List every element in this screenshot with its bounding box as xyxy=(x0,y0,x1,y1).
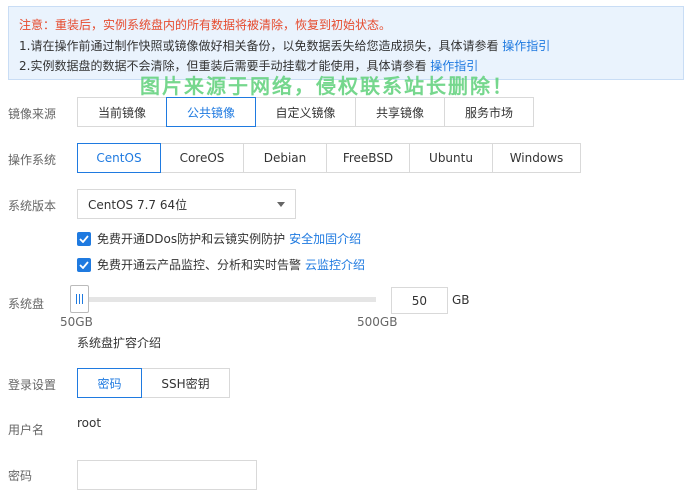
image-source-option-marketplace[interactable]: 服务市场 xyxy=(444,97,534,127)
login-option-password[interactable]: 密码 xyxy=(77,368,142,398)
slider-max-label: 500GB xyxy=(357,315,398,329)
image-source-selector: 当前镜像 公共镜像 自定义镜像 共享镜像 服务市场 xyxy=(77,97,534,127)
cloud-monitor-link[interactable]: 云监控介绍 xyxy=(305,256,365,273)
monitoring-checkbox[interactable] xyxy=(77,257,91,272)
os-option-ubuntu[interactable]: Ubuntu xyxy=(409,143,493,173)
image-source-option-current[interactable]: 当前镜像 xyxy=(77,97,167,127)
notice-line-1: 1.请在操作前通过制作快照或镜像做好相关备份，以免数据丢失给您造成损失，具体请参… xyxy=(19,37,550,54)
image-source-option-public[interactable]: 公共镜像 xyxy=(166,97,256,127)
ddos-protection-option: 免费开通DDos防护和云镜实例防护 安全加固介绍 xyxy=(77,230,361,247)
security-hardening-link[interactable]: 安全加固介绍 xyxy=(289,230,361,247)
system-disk-label: 系统盘 xyxy=(8,297,45,311)
system-disk-slider-track[interactable] xyxy=(80,297,376,302)
system-disk-size-value: 50 xyxy=(411,293,427,308)
slider-min-label: 50GB xyxy=(60,315,93,329)
check-icon xyxy=(79,234,89,243)
login-settings-label: 登录设置 xyxy=(8,378,57,392)
check-icon xyxy=(79,260,89,269)
os-option-coreos[interactable]: CoreOS xyxy=(160,143,244,173)
os-label: 操作系统 xyxy=(8,153,57,167)
notice-line-1-link[interactable]: 操作指引 xyxy=(502,39,550,53)
os-option-freebsd[interactable]: FreeBSD xyxy=(326,143,410,173)
watermark-text: 图片来源于网络，侵权联系站长删除！ xyxy=(140,74,514,98)
system-disk-expand-link[interactable]: 系统盘扩容介绍 xyxy=(77,334,161,351)
ddos-protection-checkbox[interactable] xyxy=(77,231,91,246)
password-label: 密码 xyxy=(8,469,33,483)
ddos-protection-text: 免费开通DDos防护和云镜实例防护 xyxy=(97,232,286,246)
chevron-down-icon xyxy=(277,202,285,207)
system-disk-unit: GB xyxy=(452,293,470,307)
version-label: 系统版本 xyxy=(8,199,57,213)
image-source-option-custom[interactable]: 自定义镜像 xyxy=(255,97,356,127)
os-selector: CentOS CoreOS Debian FreeBSD Ubuntu Wind… xyxy=(77,143,581,173)
os-option-windows[interactable]: Windows xyxy=(492,143,581,173)
login-option-ssh-key[interactable]: SSH密钥 xyxy=(141,368,230,398)
reinstall-notice: 注意：重装后，实例系统盘内的所有数据将被清除，恢复到初始状态。 1.请在操作前通… xyxy=(8,6,684,80)
version-select[interactable]: CentOS 7.7 64位 xyxy=(77,189,296,219)
monitoring-option: 免费开通云产品监控、分析和实时告警 云监控介绍 xyxy=(77,256,365,273)
login-method-selector: 密码 SSH密钥 xyxy=(77,368,230,398)
notice-warning-text: 注意：重装后，实例系统盘内的所有数据将被清除，恢复到初始状态。 xyxy=(19,18,392,32)
username-label: 用户名 xyxy=(8,423,45,437)
version-select-value: CentOS 7.7 64位 xyxy=(88,197,188,212)
system-disk-size-input[interactable]: 50 xyxy=(391,287,448,314)
monitoring-text: 免费开通云产品监控、分析和实时告警 xyxy=(97,258,302,272)
os-option-centos[interactable]: CentOS xyxy=(77,143,161,173)
os-option-debian[interactable]: Debian xyxy=(243,143,327,173)
notice-line-1-text: 1.请在操作前通过制作快照或镜像做好相关备份，以免数据丢失给您造成损失，具体请参… xyxy=(19,39,499,53)
image-source-option-shared[interactable]: 共享镜像 xyxy=(355,97,445,127)
grip-icon xyxy=(76,294,83,304)
username-value: root xyxy=(77,416,102,430)
password-input[interactable] xyxy=(77,460,257,490)
system-disk-slider-handle[interactable] xyxy=(70,285,89,313)
image-source-label: 镜像来源 xyxy=(8,107,57,121)
